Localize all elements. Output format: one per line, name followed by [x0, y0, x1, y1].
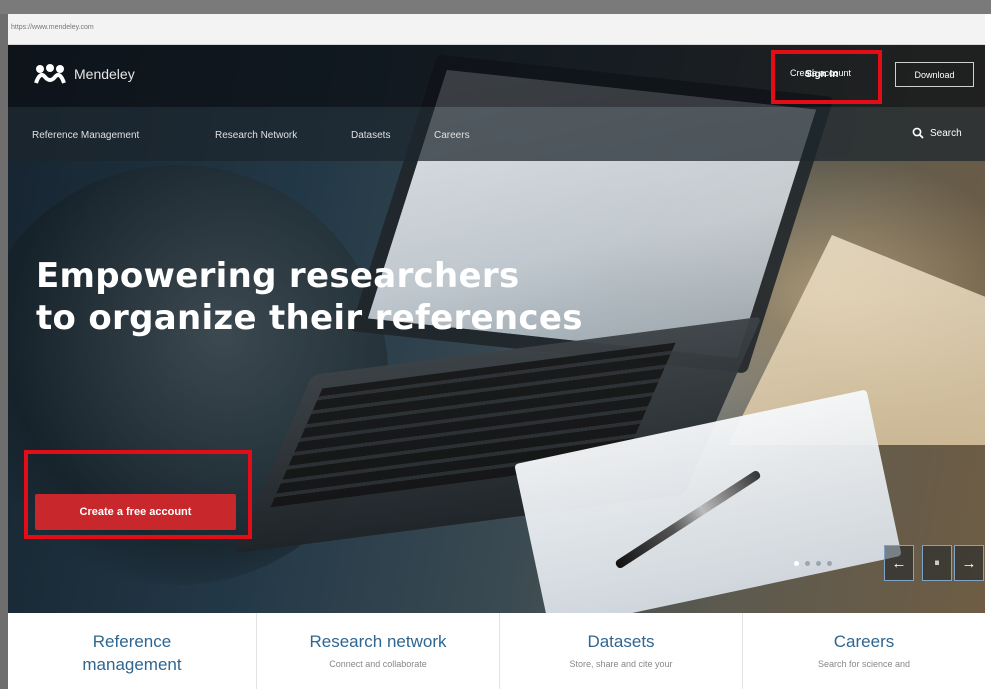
address-bar[interactable]: https://www.mendeley.com [8, 14, 985, 45]
card-title-line-1: Reference [92, 632, 172, 651]
nav-datasets[interactable]: Datasets [351, 130, 390, 141]
hero-headline-line-1: Empowering researchers [36, 256, 520, 296]
hero-headline-line-2: to organize their references [36, 298, 583, 338]
card-research-network[interactable]: Research network Connect and collaborate [257, 613, 500, 689]
carousel-next-button[interactable]: → [954, 545, 984, 581]
card-description: Store, share and cite your [569, 659, 673, 669]
url-text[interactable]: https://www.mendeley.com [11, 24, 94, 31]
arrow-left-icon: ← [891, 554, 907, 572]
carousel-pause-button[interactable]: ⏸ [922, 545, 952, 581]
card-datasets[interactable]: Datasets Store, share and cite your [500, 613, 743, 689]
nav-reference-management[interactable]: Reference Management [32, 130, 139, 141]
search-label: Search [930, 127, 962, 139]
card-title: Careers [833, 632, 895, 651]
pause-icon: ⏸ [934, 556, 940, 569]
secondary-navigation: Reference Management Research Network Da… [8, 107, 985, 161]
screen-border-left [0, 0, 8, 689]
carousel-dot-4[interactable] [827, 561, 832, 566]
card-title: Reference management [8, 630, 256, 676]
nav-research-network[interactable]: Research Network [215, 130, 297, 141]
screen-border-top [0, 0, 991, 14]
create-account-link[interactable]: Create account [790, 68, 851, 78]
download-button[interactable]: Download [895, 62, 974, 87]
search-button[interactable]: Search [912, 127, 962, 139]
create-free-account-button[interactable]: Create a free account [35, 494, 236, 530]
card-description: Search for science and [817, 659, 911, 669]
logo-text: Mendeley [74, 66, 135, 82]
nav-careers[interactable]: Careers [434, 130, 470, 141]
mendeley-logo-icon [34, 64, 66, 84]
browser-window: https://www.mendeley.com Mendeley Sign I… [8, 14, 985, 689]
carousel-dot-1[interactable] [794, 561, 799, 566]
search-icon [912, 127, 924, 139]
carousel-prev-button[interactable]: ← [884, 545, 914, 581]
hero-headline: Empowering researchers to organize their… [36, 255, 583, 339]
top-navigation-bar: Mendeley Sign In Create account Download [8, 45, 985, 107]
feature-cards: Reference management Research network Co… [8, 613, 985, 689]
card-reference-management[interactable]: Reference management [8, 613, 257, 689]
carousel-dot-3[interactable] [816, 561, 821, 566]
carousel-dot-2[interactable] [805, 561, 810, 566]
card-title: Research network [309, 632, 447, 651]
card-description: Connect and collaborate [329, 659, 427, 669]
hero-banner: Mendeley Sign In Create account Download… [8, 45, 985, 613]
arrow-right-icon: → [961, 554, 977, 572]
card-title: Datasets [587, 632, 655, 651]
carousel-dots [794, 561, 832, 566]
mendeley-logo[interactable]: Mendeley [34, 63, 135, 85]
card-careers[interactable]: Careers Search for science and [743, 613, 985, 689]
card-title-line-2: management [82, 655, 182, 674]
